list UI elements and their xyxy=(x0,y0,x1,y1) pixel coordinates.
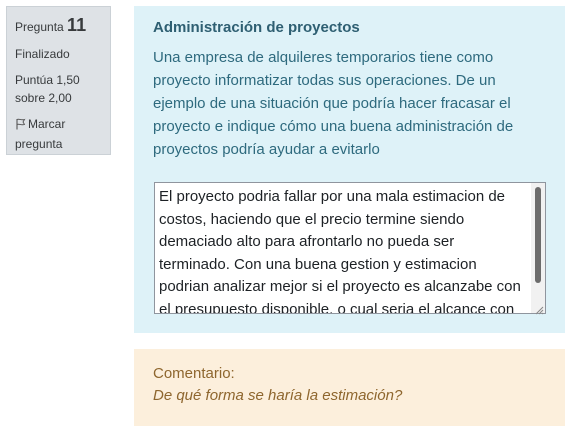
answer-text[interactable]: El proyecto podria fallar por una mala e… xyxy=(155,183,531,313)
flag-label-1: Marcar xyxy=(28,117,66,131)
question-number-line: Pregunta 11 xyxy=(15,15,102,37)
answer-textarea[interactable]: El proyecto podria fallar por una mala e… xyxy=(154,182,546,315)
grade-line-2: sobre 2,00 xyxy=(15,91,72,105)
question-formulation: Administración de proyectos Una empresa … xyxy=(134,6,565,333)
question-info-panel: Pregunta 11 Finalizado Puntúa 1,50 sobre… xyxy=(6,6,111,155)
flag-label-2: pregunta xyxy=(15,137,63,151)
question-grade: Puntúa 1,50 sobre 2,00 xyxy=(15,71,102,107)
question-text: Una empresa de alquileres temporarios ti… xyxy=(153,49,514,158)
comment-text: De qué forma se haría la estimación? xyxy=(153,387,403,404)
question-number: 11 xyxy=(67,15,87,35)
flag-icon xyxy=(15,117,26,135)
comment-panel: Comentario: De qué forma se haría la est… xyxy=(134,349,565,426)
grade-line-1: Puntúa 1,50 xyxy=(15,73,80,87)
answer-scrollbar[interactable] xyxy=(531,183,545,313)
question-state: Finalizado xyxy=(15,47,70,61)
scrollbar-thumb[interactable] xyxy=(535,187,541,283)
question-label: Pregunta xyxy=(15,20,64,34)
comment-label: Comentario: xyxy=(153,365,235,382)
question-title: Administración de proyectos xyxy=(153,19,360,36)
flag-question-link[interactable]: Marcar pregunta xyxy=(15,115,102,153)
resize-handle-icon[interactable] xyxy=(534,302,544,315)
